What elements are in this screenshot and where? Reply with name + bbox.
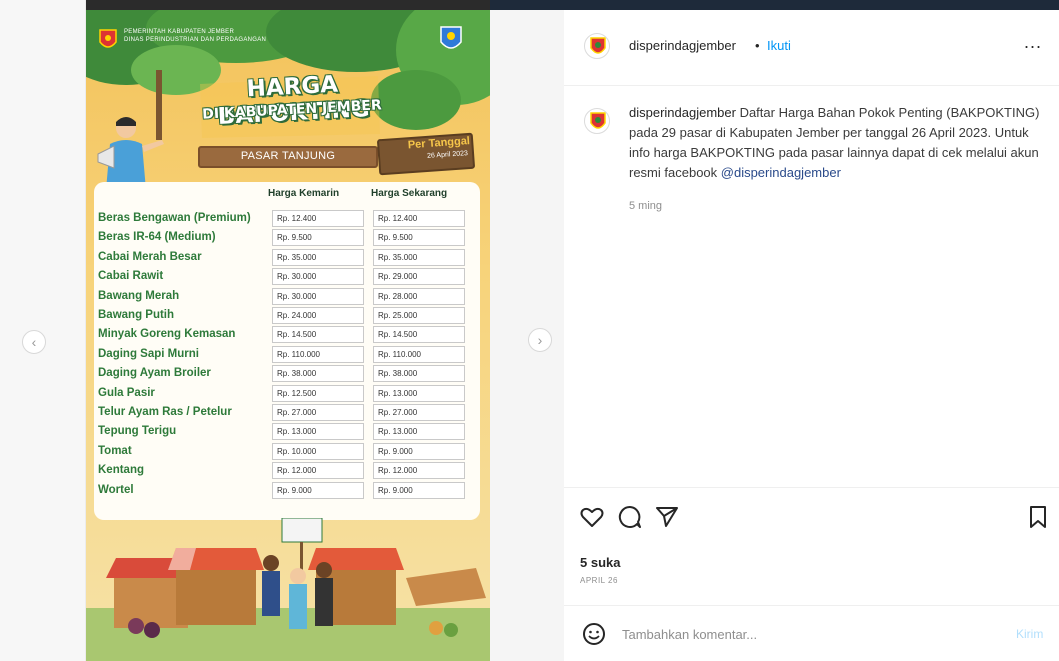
- price-cell-sekarang: Rp. 12.400: [373, 210, 465, 227]
- heart-icon[interactable]: [579, 504, 605, 530]
- price-item-name: Kentang: [98, 464, 144, 477]
- post-modal: ‹ PEMERINTAH KABUPATEN JEMBER DINAS PERI…: [0, 0, 1059, 661]
- price-cell-sekarang: Rp. 35.000: [373, 248, 465, 266]
- price-cell-sekarang: Rp. 9.000: [373, 481, 465, 499]
- price-item-name: Bawang Putih: [98, 309, 175, 321]
- comment-input[interactable]: [622, 623, 992, 645]
- price-cell-sekarang: Rp. 12.000: [373, 462, 465, 480]
- gov-line-1: PEMERINTAH KABUPATEN JEMBER: [124, 29, 235, 35]
- caption-mention-link[interactable]: @disperindagjember: [721, 165, 841, 180]
- regency-emblem-icon: [440, 26, 462, 49]
- price-cell-kemarin: Rp. 27.000: [272, 404, 364, 421]
- caption-avatar[interactable]: [584, 108, 610, 134]
- post-caption: disperindagjember Daftar Harga Bahan Pok…: [629, 103, 1041, 183]
- gov-line-2: DINAS PERINDUSTRIAN DAN PERDAGANGAN: [124, 37, 267, 43]
- price-cell-sekarang: Rp. 28.000: [373, 287, 465, 305]
- follow-button[interactable]: Ikuti: [767, 38, 791, 53]
- column-header-kemarin: Harga Kemarin: [268, 188, 340, 199]
- price-cell-sekarang: Rp. 29.000: [373, 268, 465, 286]
- price-cell-sekarang: Rp. 38.000: [373, 365, 465, 383]
- top-strip-left: [86, 0, 490, 10]
- comment-divider: [564, 605, 1059, 606]
- jember-logo-icon: [590, 112, 606, 129]
- price-cell-sekarang: Rp. 9.000: [373, 442, 465, 460]
- jember-logo-icon: [99, 29, 117, 48]
- caption-username[interactable]: disperindagjember: [629, 105, 736, 120]
- announcer-illustration: [97, 117, 164, 190]
- price-cell-kemarin: Rp. 12.400: [272, 210, 364, 227]
- caption-timestamp: 5 ming: [629, 200, 663, 212]
- price-cell-sekarang: Rp. 25.000: [373, 307, 465, 324]
- price-cell-kemarin: Rp. 9.000: [272, 481, 364, 499]
- price-item-name: Beras Bengawan (Premium): [98, 212, 251, 224]
- price-item-name: Wortel: [98, 483, 134, 496]
- comment-icon[interactable]: [617, 504, 643, 530]
- price-cell-kemarin: Rp. 12.500: [272, 384, 364, 402]
- price-cell-kemarin: Rp. 30.000: [272, 268, 364, 286]
- bookmark-icon[interactable]: [1025, 504, 1051, 530]
- previous-post-button[interactable]: ‹: [22, 330, 46, 354]
- price-item-name: Cabai Rawit: [98, 270, 164, 283]
- price-cell-sekarang: Rp. 13.000: [373, 423, 465, 441]
- top-strip: [490, 0, 1059, 10]
- price-item-name: Daging Ayam Broiler: [98, 367, 211, 380]
- chevron-right-icon: ›: [537, 332, 543, 348]
- price-item-name: Gula Pasir: [98, 386, 155, 399]
- column-header-sekarang: Harga Sekarang: [371, 188, 448, 199]
- next-post-button[interactable]: ›: [528, 328, 552, 352]
- price-cell-kemarin: Rp. 9.500: [272, 229, 364, 247]
- price-cell-kemarin: Rp. 10.000: [272, 442, 364, 460]
- avatar[interactable]: [584, 33, 610, 59]
- price-cell-sekarang: Rp. 14.500: [373, 326, 465, 344]
- price-item-name: Cabai Merah Besar: [98, 250, 202, 263]
- price-cell-kemarin: Rp. 38.000: [272, 365, 364, 383]
- backdrop-left: [0, 0, 86, 661]
- price-cell-sekarang: Rp. 110.000: [373, 345, 465, 363]
- post-date: APRIL 26: [580, 576, 618, 585]
- price-cell-kemarin: Rp. 30.000: [272, 287, 364, 305]
- price-cell-kemarin: Rp. 12.000: [272, 462, 364, 480]
- separator-dot: •: [755, 38, 760, 53]
- price-cell-kemarin: Rp. 110.000: [272, 345, 364, 363]
- price-cell-kemarin: Rp. 35.000: [272, 248, 364, 266]
- price-cell-kemarin: Rp. 24.000: [272, 307, 364, 324]
- price-item-name: Telur Ayam Ras / Petelur: [98, 406, 232, 418]
- price-item-name: Bawang Merah: [98, 289, 180, 302]
- emoji-icon[interactable]: [582, 622, 606, 646]
- price-item-name: Minyak Goreng Kemasan: [98, 328, 236, 341]
- price-cell-kemarin: Rp. 14.500: [272, 326, 364, 344]
- price-item-name: Daging Sapi Murni: [98, 347, 199, 360]
- price-cell-sekarang: Rp. 27.000: [373, 404, 465, 421]
- price-item-name: Tomat: [98, 444, 132, 457]
- price-cell-kemarin: Rp. 13.000: [272, 423, 364, 441]
- price-item-name: Beras IR-64 (Medium): [98, 231, 216, 244]
- share-icon[interactable]: [654, 504, 680, 530]
- post-image[interactable]: PEMERINTAH KABUPATEN JEMBER DINAS PERIND…: [86, 10, 490, 661]
- actions-divider: [564, 487, 1059, 488]
- price-cell-sekarang: Rp. 9.500: [373, 229, 465, 247]
- market-stalls-illustration: [86, 518, 490, 661]
- post-author-username[interactable]: disperindagjember: [629, 38, 736, 53]
- government-label: PEMERINTAH KABUPATEN JEMBER DINAS PERIND…: [124, 28, 266, 44]
- post-comment-button[interactable]: Kirim: [1016, 627, 1043, 641]
- likes-count[interactable]: 5 suka: [580, 555, 620, 570]
- more-options-button[interactable]: ...: [1024, 32, 1042, 53]
- price-item-name: Tepung Terigu: [98, 425, 177, 438]
- market-name: PASAR TANJUNG: [240, 150, 336, 162]
- price-cell-sekarang: Rp. 13.000: [373, 384, 465, 402]
- chevron-left-icon: ‹: [31, 334, 37, 350]
